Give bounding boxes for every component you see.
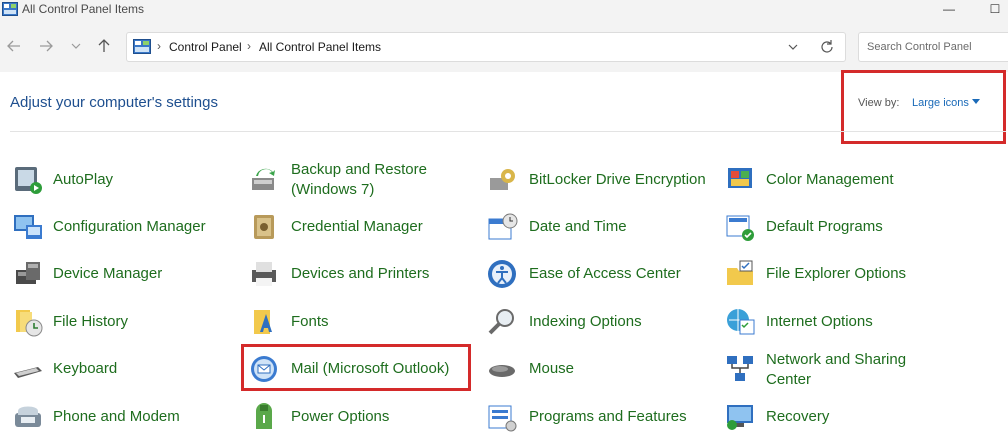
item-label: Backup and Restore (Windows 7) bbox=[291, 161, 427, 198]
search-input[interactable]: Search Control Panel bbox=[858, 32, 1008, 62]
item-label: Date and Time bbox=[529, 218, 627, 235]
configuration-manager-icon bbox=[14, 215, 42, 239]
arrow-up-icon bbox=[98, 39, 110, 52]
device-manager-icon bbox=[16, 262, 40, 284]
recovery-monitor-icon bbox=[727, 405, 753, 430]
mouse-icon bbox=[489, 365, 515, 377]
item-label: File Explorer Options bbox=[766, 265, 907, 282]
calendar-clock-icon bbox=[488, 213, 518, 240]
item-label: Network and Sharing Center bbox=[766, 351, 907, 388]
chevron-down-icon bbox=[71, 43, 81, 49]
breadcrumb-all-items[interactable]: All Control Panel Items bbox=[259, 40, 381, 54]
item-label: Internet Options bbox=[766, 313, 873, 330]
item-label: Fonts bbox=[291, 313, 329, 330]
search-placeholder: Search Control Panel bbox=[867, 41, 972, 53]
refresh-icon[interactable] bbox=[819, 39, 835, 55]
back-button[interactable] bbox=[4, 36, 24, 56]
item-label: Mouse bbox=[529, 360, 575, 377]
programs-features-icon bbox=[488, 405, 517, 432]
item-label: Programs and Features bbox=[529, 408, 687, 425]
arrow-left-icon bbox=[7, 40, 20, 52]
maximize-button[interactable]: ☐ bbox=[980, 0, 1008, 18]
title-bar: All Control Panel Items — ☐ bbox=[0, 0, 1008, 22]
backup-restore-icon bbox=[252, 168, 275, 190]
fonts-folder-icon bbox=[254, 310, 272, 334]
bitlocker-key-icon bbox=[490, 169, 515, 190]
indexing-magnifier-icon bbox=[488, 309, 514, 335]
ease-of-access-icon bbox=[488, 260, 516, 288]
autoplay-icon bbox=[15, 167, 42, 194]
item-label: Credential Manager bbox=[291, 218, 423, 235]
color-management-icon bbox=[728, 168, 752, 188]
item-label: BitLocker Drive Encryption bbox=[529, 171, 706, 188]
item-label: Devices and Printers bbox=[291, 265, 430, 282]
printer-icon bbox=[252, 262, 276, 286]
address-bar[interactable]: › Control Panel › All Control Panel Item… bbox=[126, 32, 846, 62]
internet-options-icon bbox=[727, 309, 755, 335]
divider bbox=[10, 131, 1006, 132]
power-options-icon bbox=[256, 403, 272, 429]
default-programs-icon bbox=[726, 215, 754, 241]
arrow-right-icon bbox=[40, 40, 53, 52]
control-panel-icon bbox=[2, 2, 18, 16]
control-panel-icon bbox=[133, 39, 151, 54]
highlight-box-view-by bbox=[841, 70, 1006, 144]
navigation-bar: › Control Panel › All Control Panel Item… bbox=[0, 22, 1008, 72]
recent-locations-button[interactable] bbox=[66, 36, 86, 56]
breadcrumb-separator: › bbox=[157, 39, 161, 53]
item-label: Power Options bbox=[291, 408, 390, 425]
item-label: AutoPlay bbox=[53, 171, 114, 188]
item-label: Phone and Modem bbox=[53, 408, 180, 425]
highlight-box-mail bbox=[241, 344, 471, 391]
network-sharing-icon bbox=[727, 356, 753, 381]
file-history-icon bbox=[16, 310, 43, 337]
credential-vault-icon bbox=[254, 215, 274, 239]
item-label: Color Management bbox=[766, 171, 894, 188]
item-label: Device Manager bbox=[53, 265, 163, 282]
item-label: Default Programs bbox=[766, 218, 883, 235]
phone-modem-icon bbox=[15, 406, 41, 427]
breadcrumb-control-panel[interactable]: Control Panel bbox=[169, 40, 242, 54]
forward-button[interactable] bbox=[36, 36, 56, 56]
item-label: Configuration Manager bbox=[53, 218, 206, 235]
window-title: All Control Panel Items bbox=[22, 2, 145, 16]
item-label: Ease of Access Center bbox=[529, 265, 681, 282]
page-title: Adjust your computer's settings bbox=[10, 94, 218, 111]
chevron-down-icon[interactable] bbox=[785, 39, 801, 55]
breadcrumb-separator: › bbox=[247, 39, 251, 53]
folder-options-icon bbox=[727, 260, 753, 285]
minimize-button[interactable]: — bbox=[934, 0, 964, 18]
item-label: File History bbox=[53, 313, 129, 330]
item-label: Indexing Options bbox=[529, 313, 642, 330]
up-button[interactable] bbox=[94, 36, 114, 56]
item-label: Keyboard bbox=[53, 360, 118, 377]
item-label: Recovery bbox=[766, 408, 830, 425]
keyboard-icon bbox=[14, 367, 42, 378]
